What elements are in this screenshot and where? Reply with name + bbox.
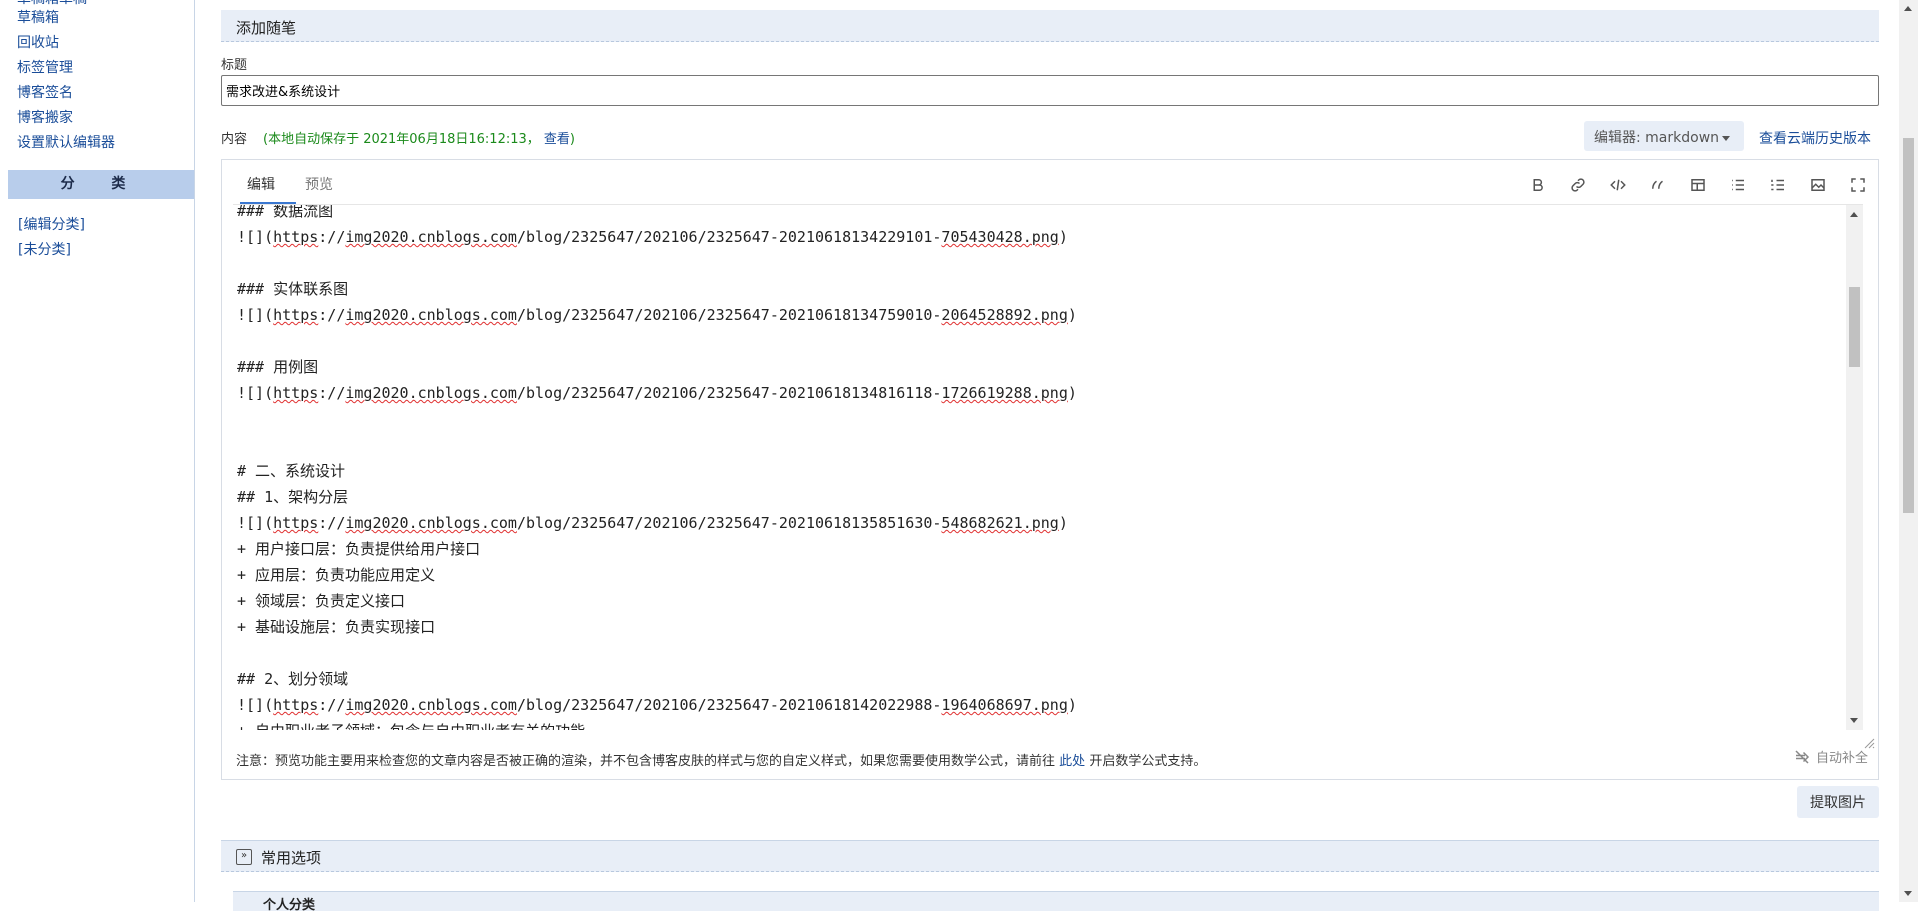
tab-edit[interactable]: 编辑 [247, 174, 275, 194]
fullscreen-icon[interactable] [1844, 172, 1872, 198]
content-row: 内容 (本地自动保存于 2021年06月18日16:12:13， 查看) 编辑器… [221, 121, 1879, 151]
sidebar: 草稿箱草稿 草稿箱 回收站 标签管理 博客签名 博客搬家 设置默认编辑器 分 类… [0, 0, 195, 902]
cloud-history-link[interactable]: 查看云端历史版本 [1759, 128, 1871, 148]
sidebar-link-drafts[interactable]: 草稿箱 [17, 6, 194, 31]
editor-select-dropdown[interactable]: 编辑器: markdown [1584, 121, 1744, 151]
note-text: 注意：预览功能主要用来检查您的文章内容是否被正确的渲染，并不包含博客皮肤的样式与… [236, 754, 1056, 769]
category-header: 分 类 [8, 170, 194, 199]
personal-category-header[interactable]: 个人分类 [233, 891, 1879, 913]
autocomplete-disabled-icon [1795, 749, 1810, 764]
markdown-editor: 编辑 预览 + 自由职业者子领域：包含与自由职业者有关的功能 ![](https:… [221, 159, 1879, 780]
category-links: [编辑分类] [未分类] [18, 213, 85, 263]
code-line: ![](https://img2020.cnblogs.com/blog/232… [237, 228, 1068, 246]
uncategorized-link[interactable]: [未分类] [18, 238, 85, 263]
code-line: ![](https://img2020.cnblogs.com/blog/232… [237, 384, 1077, 402]
section-title: 添加随笔 [236, 19, 297, 37]
title-label: 标题 [221, 58, 248, 73]
common-options-header[interactable]: » 常用选项 [221, 840, 1879, 872]
code-line: ## 1、架构分层 [237, 488, 349, 506]
code-line: + 基础设施层：负责实现接口 [237, 618, 436, 636]
code-line: ![](https://img2020.cnblogs.com/blog/232… [237, 696, 1077, 714]
autocomplete-label: 自动补全 [1815, 751, 1868, 766]
scroll-down-icon[interactable] [1850, 718, 1858, 723]
extract-images-button[interactable]: 提取图片 [1797, 786, 1879, 818]
math-support-link[interactable]: 此处 [1059, 754, 1085, 769]
sidebar-link-drafts-partial[interactable]: 草稿箱草稿 [17, 0, 87, 8]
tab-preview[interactable]: 预览 [305, 174, 333, 194]
sidebar-link-blog-signature[interactable]: 博客签名 [17, 81, 194, 106]
code-line: ### 实体联系图 [237, 280, 349, 298]
code-line: # 二、系统设计 [237, 462, 346, 480]
autosave-text: (本地自动保存于 2021年06月18日16:12:13， [263, 132, 540, 147]
bold-icon[interactable] [1524, 172, 1552, 198]
editor-tabs: 编辑 预览 [232, 160, 432, 204]
edit-category-link[interactable]: [编辑分类] [18, 213, 85, 238]
scroll-up-icon[interactable] [1850, 212, 1858, 217]
code-icon[interactable] [1604, 172, 1632, 198]
code-line: ![](https://img2020.cnblogs.com/blog/232… [237, 306, 1077, 324]
sidebar-link-tag-management[interactable]: 标签管理 [17, 56, 194, 81]
page-scrollbar[interactable] [1899, 0, 1918, 902]
code-line: ![](https://img2020.cnblogs.com/blog/232… [237, 514, 1068, 532]
add-post-section-header: 添加随笔 [221, 10, 1879, 42]
options-title: 常用选项 [261, 849, 322, 867]
code-line: + 应用层：负责功能应用定义 [237, 566, 436, 584]
page-scroll-thumb[interactable] [1903, 138, 1914, 513]
ordered-list-icon[interactable] [1764, 172, 1792, 198]
code-line: + 领域层：负责定义接口 [237, 592, 406, 610]
title-input[interactable] [221, 75, 1879, 106]
markdown-textarea[interactable]: + 自由职业者子领域：包含与自由职业者有关的功能 ![](https://img2… [233, 204, 1863, 730]
sidebar-links: 草稿箱 回收站 标签管理 博客签名 博客搬家 设置默认编辑器 [0, 0, 194, 156]
code-line: + 用户接口层：负责提供给用户接口 [237, 540, 481, 558]
page-scroll-down-icon[interactable] [1904, 891, 1912, 896]
content-label: 内容 [221, 132, 248, 147]
personal-category-label: 个人分类 [263, 898, 316, 913]
link-icon[interactable] [1564, 172, 1592, 198]
unordered-list-icon[interactable] [1724, 172, 1752, 198]
sidebar-link-default-editor[interactable]: 设置默认编辑器 [17, 131, 194, 156]
code-line: ### 数据流图 [237, 204, 334, 220]
preview-note: 注意：预览功能主要用来检查您的文章内容是否被正确的渲染，并不包含博客皮肤的样式与… [236, 750, 1206, 769]
code-line: + 自由职业者子领域：包含与自由职业者有关的功能 [237, 721, 585, 730]
sidebar-link-blog-move[interactable]: 博客搬家 [17, 106, 194, 131]
page-scroll-up-icon[interactable] [1904, 6, 1912, 11]
note-text-end: 开启数学公式支持。 [1089, 754, 1207, 769]
editor-scrollbar[interactable] [1846, 205, 1863, 730]
expand-toggle-icon[interactable]: » [236, 849, 252, 865]
sidebar-link-recycle-bin[interactable]: 回收站 [17, 31, 194, 56]
chevron-down-icon [1722, 135, 1731, 141]
autosave-status: (本地自动保存于 2021年06月18日16:12:13， 查看) [263, 128, 575, 147]
autosave-view-link[interactable]: 查看 [544, 132, 570, 147]
image-icon[interactable] [1804, 172, 1832, 198]
autocomplete-toggle[interactable]: 自动补全 [1793, 747, 1868, 766]
code-line: ### 用例图 [237, 358, 319, 376]
code-line: ## 2、划分领域 [237, 670, 349, 688]
autosave-close: ) [569, 132, 575, 147]
table-icon[interactable] [1684, 172, 1712, 198]
editor-scroll-thumb[interactable] [1849, 287, 1860, 367]
editor-toolbar [1524, 172, 1872, 198]
editor-select-label: 编辑器: markdown [1594, 130, 1720, 146]
quote-icon[interactable] [1644, 172, 1672, 198]
